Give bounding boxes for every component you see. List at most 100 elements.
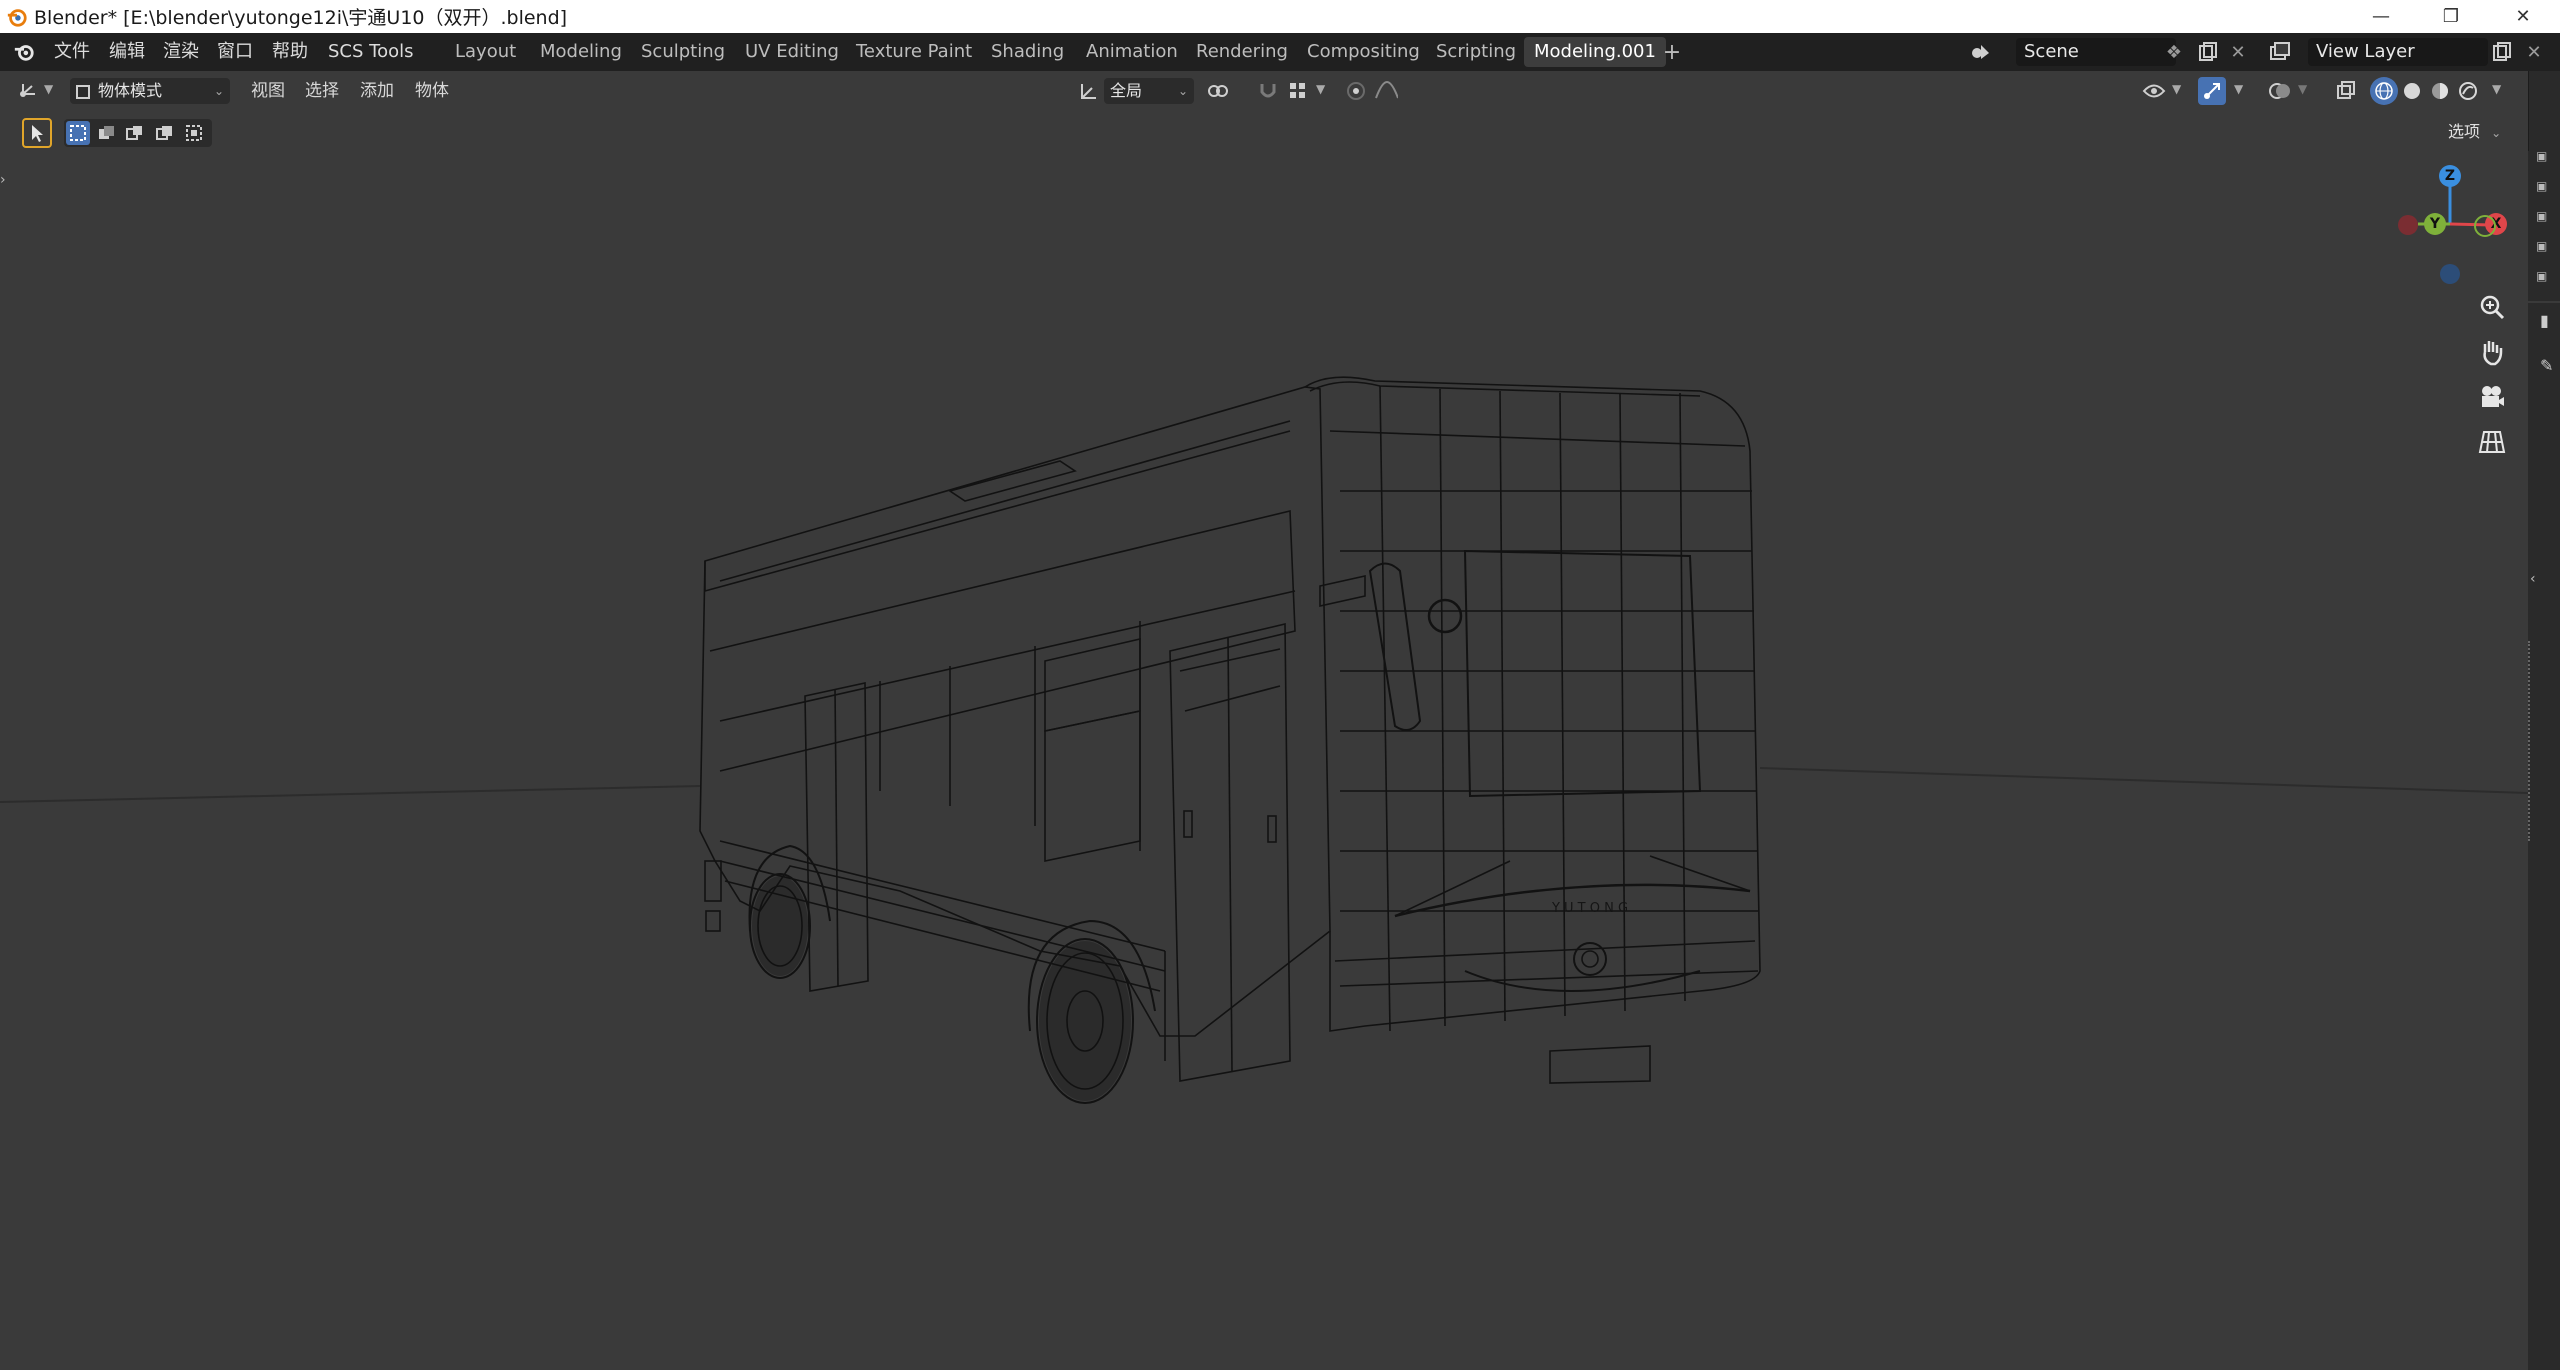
pivot-icon[interactable] bbox=[1206, 79, 1230, 103]
tab-rendering[interactable]: Rendering bbox=[1186, 37, 1298, 67]
menu-scs-tools[interactable]: SCS Tools bbox=[322, 33, 419, 71]
sidebar-tab-icon[interactable]: ✎ bbox=[2540, 356, 2553, 375]
material-shading-icon[interactable] bbox=[2428, 79, 2452, 103]
3d-viewport[interactable]: Y U T O N G bbox=[0, 71, 2528, 1370]
pan-icon[interactable] bbox=[2474, 334, 2510, 370]
select-subtract-icon[interactable] bbox=[122, 121, 146, 145]
floor-line-left bbox=[0, 785, 701, 803]
menu-file[interactable]: 文件 bbox=[48, 33, 96, 71]
chevron-down-icon[interactable]: ▼ bbox=[2298, 82, 2307, 96]
minimize-icon[interactable]: — bbox=[2358, 0, 2404, 33]
zoom-icon[interactable] bbox=[2474, 289, 2510, 325]
solid-shading-icon[interactable] bbox=[2400, 79, 2424, 103]
chevron-down-icon: ⌄ bbox=[213, 84, 224, 98]
menu-object[interactable]: 物体 bbox=[415, 71, 449, 111]
outliner-toggle-icon[interactable]: ▣ bbox=[2536, 149, 2547, 163]
gizmo-y-axis[interactable]: Y bbox=[2424, 213, 2446, 235]
select-tool-icon[interactable] bbox=[22, 118, 52, 148]
tab-sculpting[interactable]: Sculpting bbox=[631, 37, 735, 67]
menu-view[interactable]: 视图 bbox=[251, 71, 285, 111]
grid-view-icon[interactable] bbox=[2474, 424, 2510, 460]
orientation-label: 全局 bbox=[1110, 81, 1143, 100]
select-new-icon[interactable] bbox=[66, 121, 90, 145]
chevron-down-icon[interactable]: ▼ bbox=[2234, 82, 2243, 96]
chevron-down-icon[interactable]: ▼ bbox=[44, 82, 53, 96]
chevron-down-icon[interactable]: ▼ bbox=[2172, 82, 2181, 96]
remove-view-layer-icon[interactable]: ✕ bbox=[2522, 40, 2546, 64]
xray-icon[interactable] bbox=[2334, 79, 2358, 103]
mode-label: 物体模式 bbox=[98, 81, 163, 100]
blender-logo-icon[interactable] bbox=[12, 41, 36, 63]
menu-render[interactable]: 渲染 bbox=[157, 33, 205, 71]
select-invert-icon[interactable] bbox=[152, 121, 176, 145]
camera-icon[interactable] bbox=[2474, 379, 2510, 415]
tab-compositing[interactable]: Compositing bbox=[1297, 37, 1430, 67]
falloff-icon[interactable] bbox=[1374, 79, 1398, 103]
chevron-down-icon[interactable]: ▼ bbox=[1316, 82, 1325, 96]
object-mode-icon bbox=[76, 84, 90, 99]
pin-icon[interactable]: ❖ bbox=[2162, 40, 2186, 64]
select-mode-group bbox=[64, 119, 212, 147]
scene-label: Scene bbox=[2024, 41, 2079, 62]
view-layer-field[interactable]: View Layer bbox=[2308, 38, 2488, 66]
menu-window[interactable]: 窗口 bbox=[211, 33, 259, 71]
topbar: 文件 编辑 渲染 窗口 帮助 SCS Tools Layout Modeling… bbox=[0, 33, 2560, 71]
tab-animation[interactable]: Animation bbox=[1076, 37, 1188, 67]
scene-icon[interactable] bbox=[1968, 40, 1992, 64]
close-icon[interactable]: ✕ bbox=[2500, 0, 2546, 33]
scene-field[interactable]: Scene bbox=[2016, 38, 2176, 66]
outliner-toggle-icon[interactable]: ▣ bbox=[2536, 209, 2547, 223]
strip-separator bbox=[2528, 301, 2560, 303]
wireframe-shading-icon[interactable] bbox=[2370, 77, 2398, 105]
gizmo-icon[interactable] bbox=[2198, 77, 2226, 105]
sidebar-tab-icon[interactable]: ▮ bbox=[2540, 311, 2549, 330]
tab-scripting[interactable]: Scripting bbox=[1426, 37, 1526, 67]
outliner-toggle-icon[interactable]: ▣ bbox=[2536, 269, 2547, 283]
add-workspace-icon[interactable]: + bbox=[1660, 40, 1684, 65]
mode-dropdown[interactable]: 物体模式 ⌄ bbox=[70, 78, 230, 104]
navigation-gizmo[interactable]: Z Y X bbox=[2390, 160, 2520, 290]
viewport-header: ▼ 物体模式 ⌄ 视图 选择 添加 物体 全局 ⌄ ▼ ▼ ▼ ▼ ▼ bbox=[0, 71, 2528, 111]
remove-scene-icon[interactable]: ✕ bbox=[2226, 40, 2250, 64]
gizmo-neg-y[interactable] bbox=[2474, 215, 2496, 237]
select-extend-icon[interactable] bbox=[94, 121, 118, 145]
bus-brand-text: Y U T O N G bbox=[1551, 901, 1628, 916]
proportional-icon[interactable] bbox=[1344, 79, 1368, 103]
editor-type-icon[interactable] bbox=[16, 79, 40, 103]
outliner-toggle-icon[interactable]: ▣ bbox=[2536, 239, 2547, 253]
orientation-icon[interactable] bbox=[1077, 79, 1101, 103]
visibility-icon[interactable] bbox=[2142, 79, 2166, 103]
strip-divider bbox=[2528, 71, 2560, 151]
gizmo-z-axis[interactable]: Z bbox=[2439, 165, 2461, 187]
orientation-dropdown[interactable]: 全局 ⌄ bbox=[1104, 78, 1194, 104]
toolbar-expand-icon[interactable]: › bbox=[0, 172, 6, 188]
select-intersect-icon[interactable] bbox=[182, 121, 206, 145]
menu-edit[interactable]: 编辑 bbox=[103, 33, 151, 71]
properties-strip: ▣ ▣ ▣ ▣ ▣ ▮ ✎ ‹ bbox=[2528, 71, 2560, 1370]
panel-arrow-icon[interactable]: ‹ bbox=[2530, 571, 2536, 587]
tab-shading[interactable]: Shading bbox=[981, 37, 1074, 67]
tab-modeling[interactable]: Modeling bbox=[530, 37, 632, 67]
snap-icon[interactable] bbox=[1256, 79, 1280, 103]
overlay-icon[interactable] bbox=[2268, 79, 2292, 103]
floor-line-right bbox=[1759, 767, 2528, 794]
menu-select[interactable]: 选择 bbox=[305, 71, 339, 111]
menu-help[interactable]: 帮助 bbox=[266, 33, 314, 71]
panel-drag-handle[interactable] bbox=[2528, 641, 2536, 841]
chevron-down-icon: ⌄ bbox=[2491, 126, 2502, 140]
new-view-layer-icon[interactable] bbox=[2490, 40, 2514, 64]
tab-texture-paint[interactable]: Texture Paint bbox=[846, 37, 982, 67]
new-scene-icon[interactable] bbox=[2196, 40, 2220, 64]
menu-add[interactable]: 添加 bbox=[360, 71, 394, 111]
snap-increment-icon[interactable] bbox=[1286, 79, 1310, 103]
options-dropdown[interactable]: 选项 ⌄ bbox=[2448, 118, 2524, 146]
tab-layout[interactable]: Layout bbox=[445, 37, 526, 67]
viewport-scene: Y U T O N G bbox=[0, 376, 2528, 1104]
tab-uv-editing[interactable]: UV Editing bbox=[735, 37, 849, 67]
tab-modeling-001[interactable]: Modeling.001 bbox=[1524, 37, 1666, 67]
rendered-shading-icon[interactable] bbox=[2456, 79, 2480, 103]
view-layer-icon[interactable] bbox=[2268, 40, 2292, 64]
outliner-toggle-icon[interactable]: ▣ bbox=[2536, 179, 2547, 193]
chevron-down-icon[interactable]: ▼ bbox=[2492, 82, 2501, 96]
restore-icon[interactable]: ❐ bbox=[2428, 0, 2474, 33]
